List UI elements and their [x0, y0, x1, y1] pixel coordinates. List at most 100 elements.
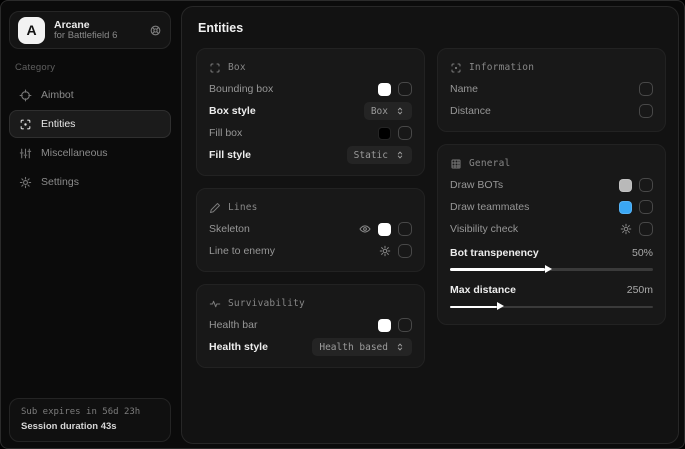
eye-icon[interactable]	[359, 223, 371, 235]
health-style-value: Health based	[319, 342, 388, 353]
bot-transparency-value: 50%	[632, 247, 653, 259]
sidebar-item-label: Miscellaneous	[41, 147, 108, 159]
line-to-enemy-label: Line to enemy	[209, 245, 372, 257]
session-duration-text: Session duration 43s	[21, 420, 159, 434]
bot-transparency-slider-block: Bot transpenency 50%	[450, 240, 653, 271]
fill-style-row: Fill style Static	[209, 144, 412, 166]
subscription-card: Sub expires in 56d 23h Session duration …	[9, 398, 171, 442]
health-bar-checkbox[interactable]	[398, 318, 412, 332]
skeleton-color-swatch[interactable]	[378, 223, 391, 236]
chevron-up-down-icon	[395, 150, 405, 160]
grid-icon	[450, 158, 462, 170]
health-bar-row: Health bar	[209, 314, 412, 336]
sidebar-item-aimbot[interactable]: Aimbot	[9, 81, 171, 109]
general-card-title: General	[469, 158, 510, 169]
draw-teammates-checkbox[interactable]	[639, 200, 653, 214]
dial-icon[interactable]	[149, 24, 162, 37]
box-card-title: Box	[228, 62, 246, 73]
line-to-enemy-checkbox[interactable]	[398, 244, 412, 258]
skeleton-label: Skeleton	[209, 223, 352, 235]
brand-text: Arcane for Battlefield 6	[54, 19, 140, 42]
bot-transparency-slider[interactable]	[450, 268, 653, 271]
gear-icon	[19, 176, 32, 189]
skeleton-checkbox[interactable]	[398, 222, 412, 236]
brand-card: A Arcane for Battlefield 6	[9, 11, 171, 49]
skeleton-row: Skeleton	[209, 218, 412, 240]
name-row: Name	[450, 78, 653, 100]
gear-icon[interactable]	[620, 223, 632, 235]
name-label: Name	[450, 83, 632, 95]
brand-name: Arcane	[54, 19, 140, 31]
survivability-card: Survivability Health bar Health style He…	[196, 284, 425, 368]
sidebar-item-entities[interactable]: Entities	[9, 110, 171, 138]
brand-avatar: A	[18, 17, 45, 44]
scan-icon	[19, 118, 32, 131]
box-brackets-icon	[209, 62, 221, 74]
draw-bots-color-swatch[interactable]	[619, 179, 632, 192]
chevron-up-down-icon	[395, 106, 405, 116]
draw-bots-row: Draw BOTs	[450, 174, 653, 196]
category-label: Category	[15, 62, 165, 73]
chevron-up-down-icon	[395, 342, 405, 352]
sidebar: A Arcane for Battlefield 6 Category Aimb…	[1, 1, 179, 448]
sidebar-item-label: Aimbot	[41, 89, 74, 101]
fill-style-dropdown[interactable]: Static	[347, 146, 412, 164]
bounding-box-label: Bounding box	[209, 83, 371, 95]
visibility-check-row: Visibility check	[450, 218, 653, 240]
fill-box-checkbox[interactable]	[398, 126, 412, 140]
box-style-dropdown[interactable]: Box	[364, 102, 412, 120]
health-bar-color-swatch[interactable]	[378, 319, 391, 332]
bot-transparency-label: Bot transpenency	[450, 247, 632, 259]
slider-fill	[450, 306, 497, 309]
lines-card: Lines Skeleton Line to enemy	[196, 188, 425, 272]
max-distance-label: Max distance	[450, 284, 627, 296]
page-title: Entities	[198, 21, 666, 35]
bounding-box-color-swatch[interactable]	[378, 83, 391, 96]
distance-label: Distance	[450, 105, 632, 117]
sub-expiry-text: Sub expires in 56d 23h	[21, 406, 159, 420]
information-card-title: Information	[469, 62, 534, 73]
sliders-icon	[19, 147, 32, 160]
box-style-label: Box style	[209, 105, 357, 117]
information-card-header: Information	[450, 57, 653, 78]
name-checkbox[interactable]	[639, 82, 653, 96]
draw-teammates-row: Draw teammates	[450, 196, 653, 218]
arcane-menu-window: A Arcane for Battlefield 6 Category Aimb…	[0, 0, 685, 449]
distance-checkbox[interactable]	[639, 104, 653, 118]
sidebar-nav: Aimbot Entities Miscellaneous Settings	[9, 81, 171, 196]
general-card: General Draw BOTs Draw teammates	[437, 144, 666, 325]
max-distance-value: 250m	[627, 284, 653, 296]
general-card-header: General	[450, 153, 653, 174]
max-distance-slider[interactable]	[450, 306, 653, 309]
fill-style-value: Static	[354, 150, 388, 161]
health-style-dropdown[interactable]: Health based	[312, 338, 412, 356]
line-to-enemy-row: Line to enemy	[209, 240, 412, 262]
health-style-label: Health style	[209, 341, 305, 353]
sidebar-item-label: Entities	[41, 118, 75, 130]
bounding-box-checkbox[interactable]	[398, 82, 412, 96]
information-card: Information Name Distance	[437, 48, 666, 132]
draw-teammates-color-swatch[interactable]	[619, 201, 632, 214]
brand-subtitle: for Battlefield 6	[54, 31, 140, 42]
box-style-row: Box style Box	[209, 100, 412, 122]
pulse-icon	[209, 298, 221, 310]
health-bar-label: Health bar	[209, 319, 371, 331]
lines-card-header: Lines	[209, 197, 412, 218]
draw-bots-label: Draw BOTs	[450, 179, 612, 191]
pencil-icon	[209, 202, 221, 214]
bounding-box-row: Bounding box	[209, 78, 412, 100]
visibility-check-label: Visibility check	[450, 223, 613, 235]
visibility-check-checkbox[interactable]	[639, 222, 653, 236]
draw-bots-checkbox[interactable]	[639, 178, 653, 192]
gear-icon[interactable]	[379, 245, 391, 257]
slider-fill	[450, 268, 545, 271]
box-style-value: Box	[371, 106, 388, 117]
lines-card-title: Lines	[228, 202, 258, 213]
fill-box-color-swatch[interactable]	[378, 127, 391, 140]
distance-row: Distance	[450, 100, 653, 122]
sidebar-item-settings[interactable]: Settings	[9, 168, 171, 196]
crosshair-icon	[19, 89, 32, 102]
sidebar-item-miscellaneous[interactable]: Miscellaneous	[9, 139, 171, 167]
fill-box-label: Fill box	[209, 127, 371, 139]
max-distance-slider-block: Max distance 250m	[450, 278, 653, 309]
